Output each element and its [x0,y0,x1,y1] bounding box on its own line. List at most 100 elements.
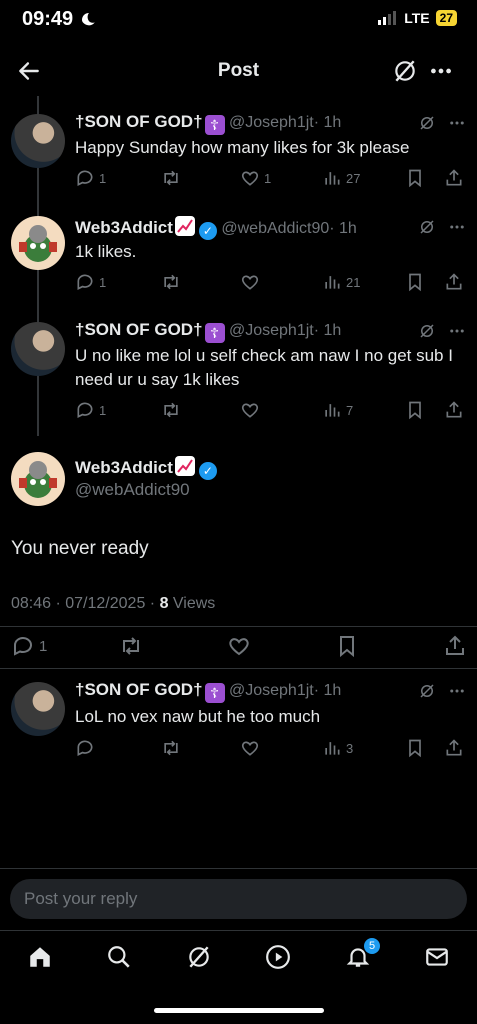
like-icon [241,403,259,418]
battery-level: 27 [435,10,457,26]
chart-emoji-icon [174,216,195,236]
author-handle[interactable]: @webAddict90 [221,220,329,237]
view-count: 21 [346,274,361,290]
avatar[interactable] [11,216,65,270]
share-icon [446,635,464,655]
like-count: 1 [264,170,272,186]
author-name[interactable]: †SON OF GOD† [75,680,203,699]
reply-button[interactable]: 1 [75,168,106,188]
more-icon[interactable] [448,682,466,705]
like-button[interactable] [240,400,264,420]
grok-icon[interactable] [418,218,436,241]
share-icon [446,739,462,756]
home-indicator [154,1008,324,1013]
share-button[interactable] [443,634,467,658]
status-right: LTE 27 [378,10,457,26]
chart-emoji-icon [174,456,195,476]
more-icon[interactable] [448,114,466,137]
grok-icon[interactable] [418,682,436,705]
views-button[interactable]: 21 [322,272,360,292]
grok-icon[interactable] [186,944,212,975]
retweet-button[interactable] [160,400,182,420]
post-text: 1k likes. [75,242,137,261]
retweet-button[interactable] [160,272,182,292]
bookmark-button[interactable] [405,272,425,292]
like-button[interactable] [240,738,260,758]
view-count: 7 [346,402,354,418]
like-icon [241,275,259,290]
post-text: LoL no vex naw but he too much [75,707,321,726]
more-icon[interactable] [448,218,466,241]
share-icon [446,273,462,290]
more-icon[interactable] [428,58,454,89]
reply-button[interactable]: 1 [11,634,47,658]
views-button[interactable]: 3 [322,738,353,758]
cross-emoji-icon: ☦ [204,683,225,703]
post-time: · 1h [313,682,342,699]
reply-icon [77,274,93,291]
grok-icon[interactable] [392,58,418,89]
grok-icon[interactable] [418,322,436,345]
author-handle[interactable]: @webAddict90 [75,480,190,500]
retweet-icon [123,637,139,655]
bookmark-icon [409,739,421,758]
reply-button[interactable] [75,738,95,758]
like-button[interactable] [227,634,251,658]
bookmark-button[interactable] [405,400,425,420]
share-icon [446,401,462,418]
home-icon[interactable] [27,944,53,975]
reply-button[interactable]: 1 [75,272,106,292]
verified-icon: ✓ [198,222,217,240]
post-time: · 1h [329,220,357,237]
author-handle[interactable]: @Joseph1jt [229,682,314,699]
views-button[interactable]: 7 [322,400,353,420]
avatar[interactable] [11,682,65,736]
avatar[interactable] [11,114,65,168]
author-name[interactable]: Web3Addict [75,458,173,477]
author-handle[interactable]: @Joseph1jt [229,322,314,339]
play-icon[interactable] [265,944,291,975]
view-count: 3 [346,740,354,756]
network-label: LTE [404,10,430,26]
share-button[interactable] [444,738,464,758]
post-timestamp: 08:46 · 07/12/2025 · 8 Views [11,595,215,613]
author-handle[interactable]: @Joseph1jt [229,114,314,131]
grok-icon[interactable] [418,114,436,137]
moon-icon [80,11,96,32]
views-icon [325,276,340,289]
more-icon[interactable] [448,322,466,345]
retweet-button[interactable] [118,634,144,658]
avatar[interactable] [11,452,65,506]
cross-emoji-icon: ☦ [204,115,225,135]
retweet-button[interactable] [160,738,182,758]
author-name[interactable]: †SON OF GOD† [75,320,203,339]
share-button[interactable] [444,400,464,420]
avatar[interactable] [11,322,65,376]
reply-count: 1 [39,637,48,655]
views-button[interactable]: 27 [322,168,360,188]
reply-button[interactable]: 1 [75,400,106,420]
like-icon [241,741,259,756]
bookmark-button[interactable] [405,738,425,758]
share-icon [446,169,462,186]
view-count: 27 [346,170,361,186]
share-button[interactable] [444,272,464,292]
retweet-icon [164,402,178,418]
bookmark-icon [409,273,421,292]
mail-icon[interactable] [424,944,450,975]
verified-icon: ✓ [198,462,217,480]
search-icon[interactable] [106,944,132,975]
like-button[interactable] [240,272,264,292]
author-name[interactable]: Web3Addict [75,218,173,237]
retweet-button[interactable] [160,168,182,188]
author-name[interactable]: †SON OF GOD† [75,112,203,131]
post-text: U no like me lol u self check am naw I n… [75,346,453,389]
bookmark-button[interactable] [335,634,359,658]
reply-icon [77,740,93,757]
like-button[interactable]: 1 [240,168,271,188]
like-icon [229,638,249,656]
views-label: Views [168,595,216,612]
share-button[interactable] [444,168,464,188]
cross-emoji-icon: ☦ [204,323,225,343]
bookmark-button[interactable] [405,168,425,188]
